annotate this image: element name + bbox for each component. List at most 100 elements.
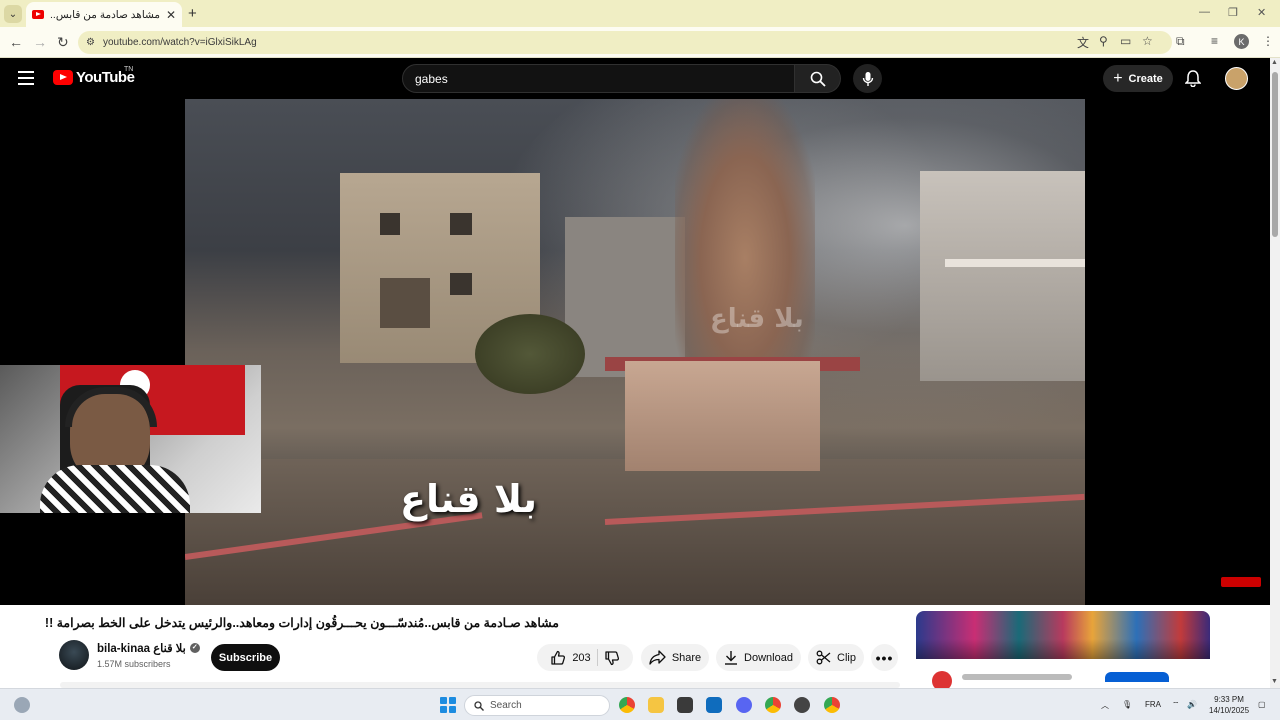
video-info-section: مشاهد صـادمة من قابس..مُندسّـــون يحـــر…: [0, 605, 1270, 691]
create-button[interactable]: + Create: [1103, 65, 1173, 92]
browser-toolbar: ← → ↻ ⚙ youtube.com/watch?v=iGlxiSikLAg …: [0, 27, 1280, 58]
discord-app-icon[interactable]: [736, 697, 752, 713]
url-text: youtube.com/watch?v=iGlxiSikLAg: [102, 37, 257, 48]
tray-overflow-chevron-icon[interactable]: ︿: [1101, 700, 1109, 711]
reload-icon[interactable]: ↻: [57, 34, 69, 51]
more-actions-button[interactable]: •••: [871, 644, 898, 671]
tab-close-icon[interactable]: ✕: [166, 8, 176, 22]
youtube-page: YouTube TN gabes + Create بلا قناع بلا ق…: [0, 58, 1270, 691]
site-info-icon[interactable]: ⚙: [86, 37, 95, 48]
verified-check-icon: ✓: [189, 643, 200, 653]
input-language[interactable]: FRA: [1145, 700, 1161, 709]
streamer-shirt: [40, 465, 190, 513]
outlook-app-icon[interactable]: [706, 697, 722, 713]
microphone-icon: [862, 71, 873, 86]
cast-icon[interactable]: ▭: [1120, 34, 1131, 48]
guide-menu-icon[interactable]: [18, 71, 34, 85]
chrome-profile-app-icon[interactable]: [824, 697, 840, 713]
extensions-icon[interactable]: ⧉: [1176, 34, 1185, 49]
chrome-app-icon[interactable]: [619, 697, 635, 713]
search-icon: [474, 700, 484, 711]
back-arrow-icon[interactable]: ←: [9, 34, 23, 50]
channel-name-row[interactable]: bila-kinaa بلا قناع ✓: [97, 641, 200, 655]
like-dislike-group: 203: [537, 644, 633, 671]
dislike-button[interactable]: [604, 650, 620, 666]
youtube-masthead: YouTube TN gabes + Create: [0, 58, 1270, 99]
volume-icon[interactable]: 🔊: [1187, 700, 1197, 709]
browser-menu-icon[interactable]: ⋮: [1262, 34, 1274, 48]
chrome-active-app-icon[interactable]: [765, 697, 781, 713]
scissors-icon: [816, 650, 831, 665]
share-button[interactable]: Share: [641, 644, 709, 671]
translate-icon[interactable]: 文: [1077, 34, 1089, 51]
ground: [185, 459, 1085, 605]
recommended-title-line: [962, 674, 1072, 680]
start-button[interactable]: [440, 697, 456, 713]
maximize-button[interactable]: ❐: [1228, 6, 1238, 19]
recommended-action-button[interactable]: [1105, 672, 1169, 682]
steam-app-icon[interactable]: [794, 697, 810, 713]
search-query: gabes: [415, 71, 448, 86]
thumbs-down-icon: [605, 650, 619, 665]
screen: ⌄ مشاهد صادمة من قابس.. ✕ + — ❐ ✕ ← → ↻ …: [0, 0, 1280, 720]
share-arrow-icon: [649, 650, 666, 665]
create-label: Create: [1128, 72, 1163, 85]
taskbar-search[interactable]: Search: [464, 695, 610, 716]
minimize-button[interactable]: —: [1199, 6, 1210, 18]
clock-time: 9:33 PM: [1214, 695, 1244, 704]
recommended-video-thumbnail[interactable]: [916, 611, 1210, 659]
clip-button[interactable]: Clip: [808, 644, 864, 671]
subscribe-button[interactable]: Subscribe: [211, 644, 280, 671]
new-tab-button[interactable]: +: [188, 5, 197, 22]
windows-taskbar: Search ︿ 🎙 FRA ⌔ 🔊 9:33 PM 14/10/2025 ▢: [0, 688, 1280, 720]
zoom-icon[interactable]: ⚲: [1099, 34, 1108, 48]
address-bar[interactable]: ⚙ youtube.com/watch?v=iGlxiSikLAg: [78, 31, 1172, 54]
monument-pedestal: [625, 361, 820, 471]
thumbs-up-icon: [551, 650, 566, 665]
channel-name[interactable]: bila-kinaa بلا قناع: [97, 641, 186, 655]
share-label: Share: [671, 651, 702, 664]
forward-arrow-icon[interactable]: →: [33, 34, 47, 50]
subscriber-count: 1.57M subscribers: [97, 659, 171, 669]
notifications-center-icon[interactable]: ▢: [1258, 700, 1266, 709]
microphone-tray-icon[interactable]: 🎙: [1122, 700, 1132, 709]
close-window-button[interactable]: ✕: [1257, 6, 1266, 19]
video-watermark-large: بلا قناع: [400, 477, 537, 521]
taskbar-search-placeholder: Search: [490, 700, 522, 711]
scroll-up-arrow-icon[interactable]: ▲: [1271, 59, 1278, 66]
youtube-logo-icon[interactable]: [53, 70, 73, 85]
tab-search-button[interactable]: ⌄: [4, 5, 22, 23]
like-divider: [596, 649, 598, 666]
video-frame[interactable]: بلا قناع بلا قناع: [185, 99, 1085, 605]
widgets-icon[interactable]: [14, 697, 30, 713]
voice-search-button[interactable]: [853, 64, 882, 93]
bookmark-star-icon[interactable]: ☆: [1142, 34, 1153, 48]
scrollbar-thumb[interactable]: [1272, 72, 1278, 237]
wifi-icon[interactable]: ⌔: [1172, 700, 1180, 710]
page-scrollbar[interactable]: ▲ ▼: [1270, 58, 1280, 688]
youtube-favicon-icon: [32, 10, 44, 19]
store-app-icon[interactable]: [677, 697, 693, 713]
plus-icon: +: [1113, 69, 1123, 87]
video-watermark-small: بلا قناع: [710, 304, 804, 334]
account-avatar[interactable]: [1225, 67, 1248, 90]
channel-avatar[interactable]: [59, 640, 89, 670]
browser-profile-avatar[interactable]: K: [1234, 34, 1249, 49]
channel-watermark-badge[interactable]: [1221, 577, 1261, 587]
scroll-down-arrow-icon[interactable]: ▼: [1271, 678, 1278, 685]
video-title: مشاهد صـادمة من قابس..مُندسّـــون يحـــر…: [44, 616, 559, 630]
notifications-bell-icon[interactable]: [1184, 70, 1202, 92]
video-player[interactable]: بلا قناع بلا قناع: [0, 99, 1270, 605]
clock-date: 14/10/2025: [1209, 706, 1250, 715]
download-button[interactable]: Download: [716, 644, 801, 671]
clock[interactable]: 9:33 PM 14/10/2025: [1209, 694, 1249, 716]
media-controls-icon[interactable]: ≡: [1211, 34, 1218, 48]
more-horizontal-icon: •••: [875, 649, 894, 666]
like-button[interactable]: 203: [550, 650, 591, 666]
search-input[interactable]: gabes: [402, 64, 795, 93]
browser-tab-active[interactable]: مشاهد صادمة من قابس.. ✕: [26, 2, 182, 27]
browser-tab-bar: ⌄ مشاهد صادمة من قابس.. ✕ + — ❐ ✕: [0, 0, 1280, 27]
tab-title: مشاهد صادمة من قابس..: [50, 8, 161, 21]
search-button[interactable]: [795, 64, 841, 93]
file-explorer-icon[interactable]: [648, 697, 664, 713]
